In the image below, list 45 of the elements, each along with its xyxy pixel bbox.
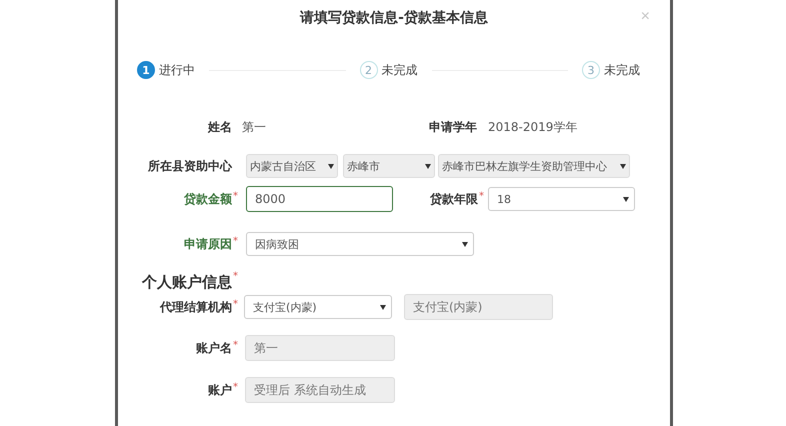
required-mark: * [479, 192, 484, 202]
required-mark: * [233, 340, 238, 350]
field-label: 账户 [207, 382, 232, 398]
dropdown-value: 因病致困 [255, 236, 300, 252]
required-mark: * [233, 236, 238, 246]
input-field[interactable]: 第一 [245, 335, 395, 361]
step-label: 未完成 [604, 62, 640, 78]
field-label: 账户名 [195, 340, 232, 356]
required-mark: * [233, 192, 238, 202]
caret-icon [462, 242, 468, 246]
input-field[interactable]: 8000 [246, 186, 393, 212]
required-mark: * [233, 300, 238, 310]
dropdown-value: 内蒙古自治区 [250, 158, 317, 174]
field-label: 贷款年限 [429, 190, 478, 208]
dropdown[interactable]: 18 [488, 187, 635, 211]
caret-icon [328, 164, 334, 168]
input-field[interactable]: 支付宝(内蒙) [404, 294, 553, 320]
dropdown[interactable]: 因病致困 [246, 232, 474, 256]
field-value: 2018-2019学年 [488, 118, 578, 136]
caret-icon [380, 304, 386, 310]
dropdown-value: 18 [497, 192, 512, 206]
field-label: 所在县资助中心 [147, 158, 232, 174]
section-heading: 个人账户信息 [142, 273, 232, 292]
step-label: 进行中 [159, 62, 195, 78]
dropdown-value: 赤峰市巴林左旗学生资助管理中心 [442, 158, 608, 174]
field-label: 申请原因 [183, 236, 232, 252]
dropdown-value: 支付宝(内蒙) [253, 300, 318, 314]
caret-icon [620, 164, 626, 168]
field-label: 代理结算机构 [158, 298, 232, 316]
dropdown[interactable]: 支付宝(内蒙) [244, 295, 392, 319]
dropdown-value: 赤峰市 [347, 158, 381, 174]
required-mark: * [233, 272, 238, 282]
field-value: 第一 [242, 118, 267, 136]
input-field[interactable]: 受理后 系统自动生成 [245, 377, 395, 403]
caret-icon [623, 196, 629, 202]
field-label: 贷款金额 [183, 190, 232, 208]
field-label: 申请学年 [428, 118, 477, 136]
step-number: 1 [137, 61, 155, 79]
caret-icon [425, 164, 431, 168]
required-mark: * [233, 382, 238, 392]
dialog-title: 请填写贷款信息-贷款基本信息 [300, 9, 488, 27]
step-number: 3 [582, 61, 600, 79]
field-label: 姓名 [206, 118, 232, 136]
step-number: 2 [360, 61, 378, 79]
step-label: 未完成 [382, 62, 418, 78]
